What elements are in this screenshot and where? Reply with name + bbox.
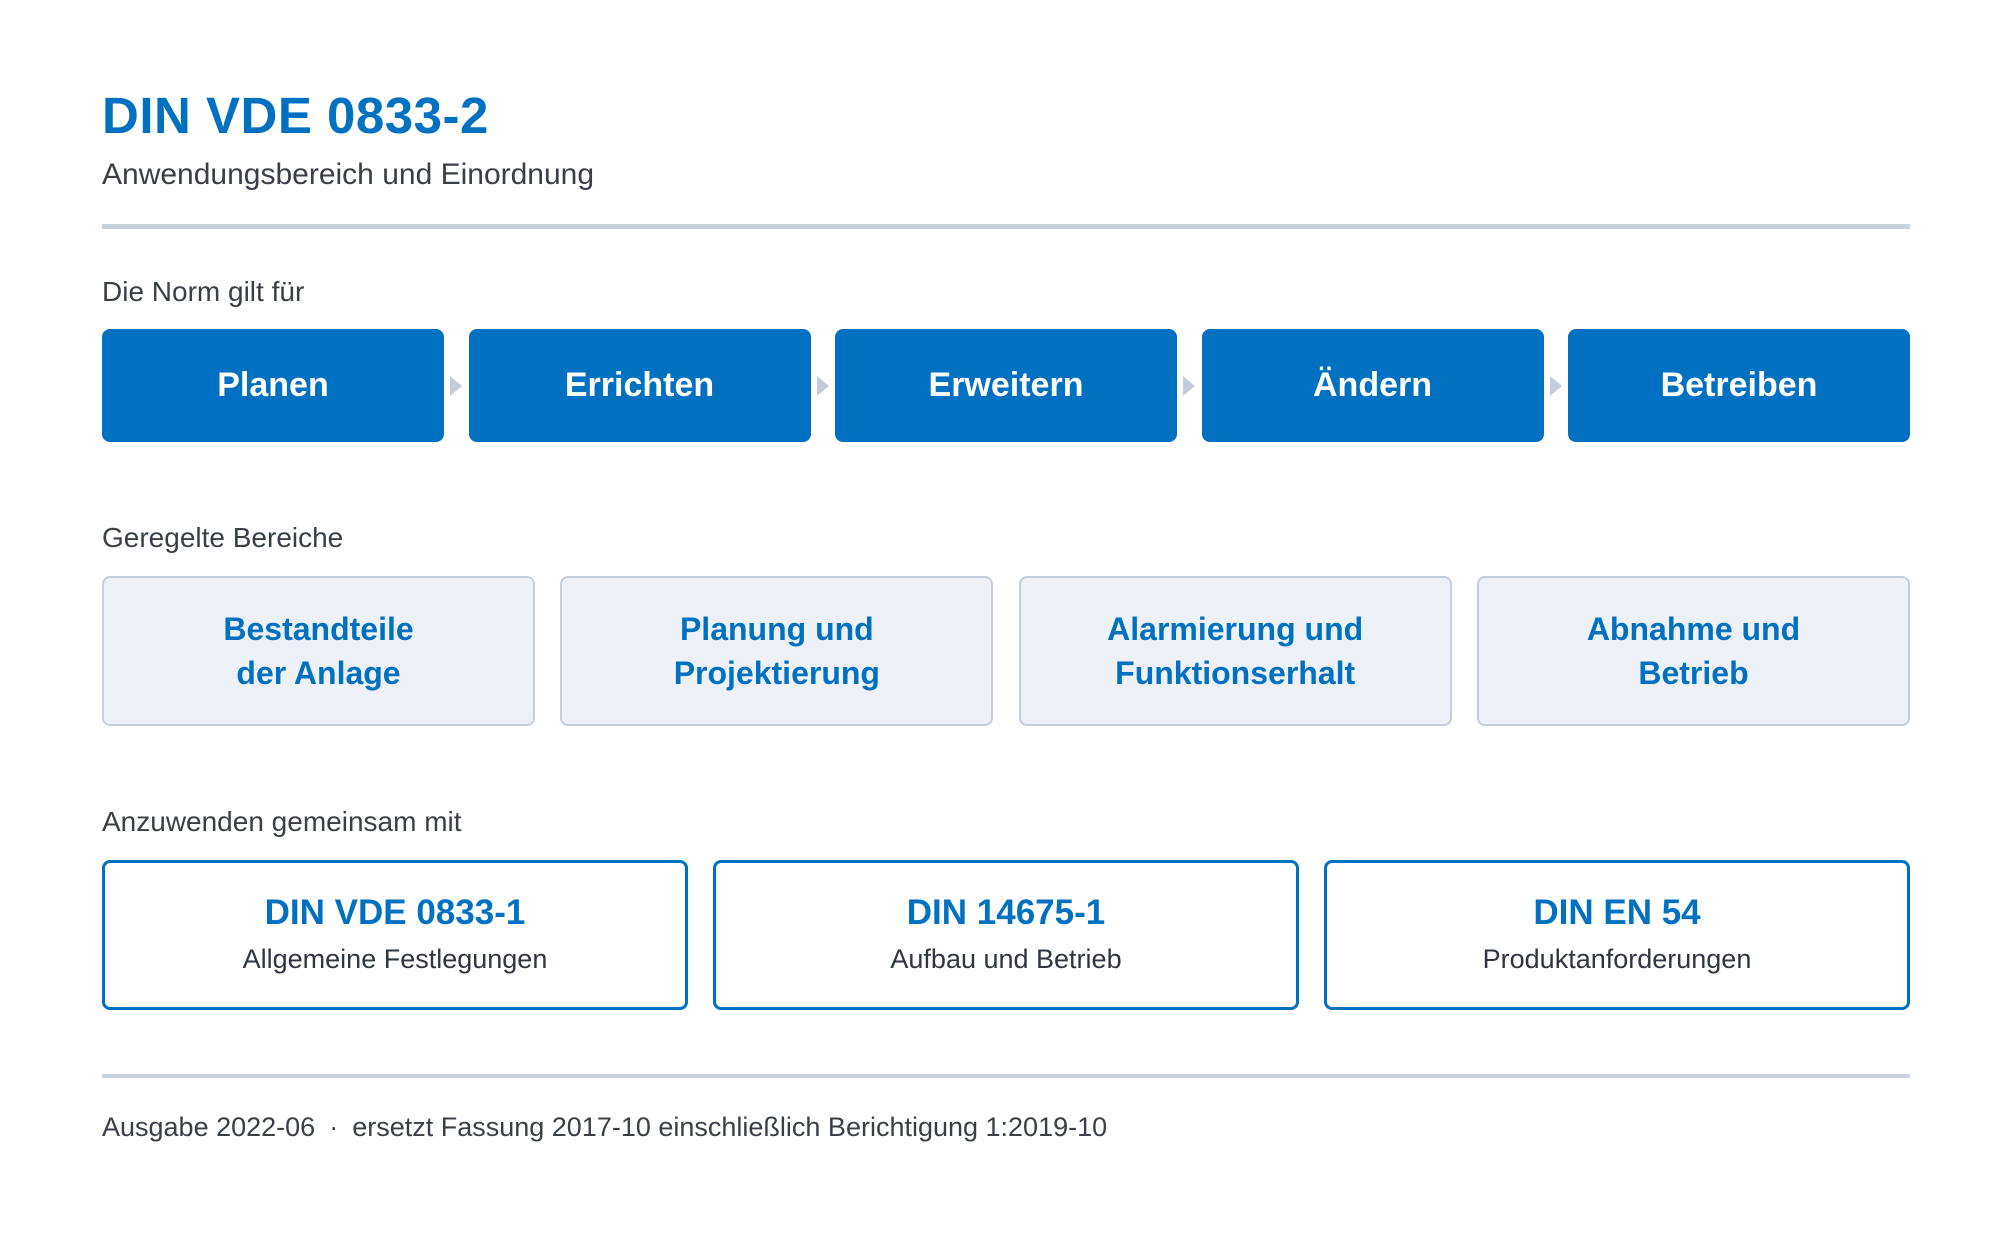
step-label: Ändern — [1313, 366, 1432, 404]
related-section-label: Anzuwenden gemeinsam mit — [102, 806, 462, 837]
arrow-right-icon — [811, 329, 835, 442]
standard-description: Produktanforderungen — [1482, 944, 1752, 974]
header-divider — [102, 224, 1910, 229]
area-bestandteile: Bestandteile der Anlage — [102, 576, 535, 726]
replaces-text: ersetzt Fassung 2017-10 einschließlich B… — [352, 1112, 1108, 1142]
area-label-line1: Alarmierung und — [1107, 611, 1364, 647]
area-planung: Planung und Projektierung — [560, 576, 994, 726]
step-errichten: Errichten — [468, 329, 811, 442]
arrow-right-icon — [1544, 329, 1568, 442]
step-label: Planen — [217, 366, 329, 404]
area-label-line2: Betrieb — [1638, 655, 1749, 691]
footer-divider — [102, 1074, 1910, 1078]
edition-footer: Ausgabe 2022-06 · ersetzt Fassung 2017-10 … — [102, 1112, 1107, 1143]
page-title: DIN VDE 0833-2 — [102, 87, 489, 144]
step-label: Erweitern — [928, 366, 1084, 404]
standard-code: DIN 14675-1 — [906, 893, 1106, 932]
step-aendern: Ändern — [1201, 329, 1544, 442]
related-standard-14675-1: DIN 14675-1 Aufbau und Betrieb — [713, 860, 1299, 1010]
step-label: Betreiben — [1660, 366, 1818, 404]
step-erweitern: Erweitern — [835, 329, 1177, 442]
page-subtitle: Anwendungsbereich und Einordnung — [102, 158, 595, 191]
step-planen: Planen — [102, 329, 444, 442]
arrow-right-icon — [444, 329, 468, 442]
related-standard-en-54: DIN EN 54 Produktanforderungen — [1324, 860, 1910, 1010]
area-label-line2: Projektierung — [673, 655, 880, 691]
area-alarmierung: Alarmierung und Funktionserhalt — [1018, 576, 1452, 726]
areas-section-label: Geregelte Bereiche — [102, 522, 344, 553]
area-label-line1: Abnahme und — [1586, 611, 1801, 647]
standard-description: Allgemeine Festlegungen — [242, 944, 548, 974]
step-label: Errichten — [564, 366, 715, 404]
standard-code: DIN VDE 0833-1 — [264, 893, 526, 932]
related-standards-row: DIN VDE 0833-1 Allgemeine Festlegungen D… — [102, 860, 1910, 1010]
area-label-line1: Bestandteile — [223, 611, 414, 647]
areas-row: Bestandteile der Anlage Planung und Proj… — [102, 576, 1910, 726]
area-label-line2: Funktionserhalt — [1115, 655, 1356, 691]
area-abnahme: Abnahme und Betrieb — [1476, 576, 1910, 726]
standard-description: Aufbau und Betrieb — [890, 944, 1122, 974]
footer-separator: · — [329, 1112, 339, 1142]
standard-code: DIN EN 54 — [1533, 893, 1701, 932]
arrow-right-icon — [1177, 329, 1201, 442]
edition-text: Ausgabe 2022-06 — [102, 1112, 316, 1142]
area-label-line2: der Anlage — [236, 655, 401, 691]
area-label-line1: Planung und — [679, 611, 874, 647]
step-betreiben: Betreiben — [1568, 329, 1910, 442]
scope-section-label: Die Norm gilt für — [102, 276, 305, 307]
norm-overview-diagram: DIN VDE 0833-2 Anwendungsbereich und Ein… — [102, 0, 1910, 1250]
scope-steps-row: Planen Errichten Erweitern Ändern Betrei… — [102, 329, 1910, 442]
related-standard-0833-1: DIN VDE 0833-1 Allgemeine Festlegungen — [102, 860, 688, 1010]
